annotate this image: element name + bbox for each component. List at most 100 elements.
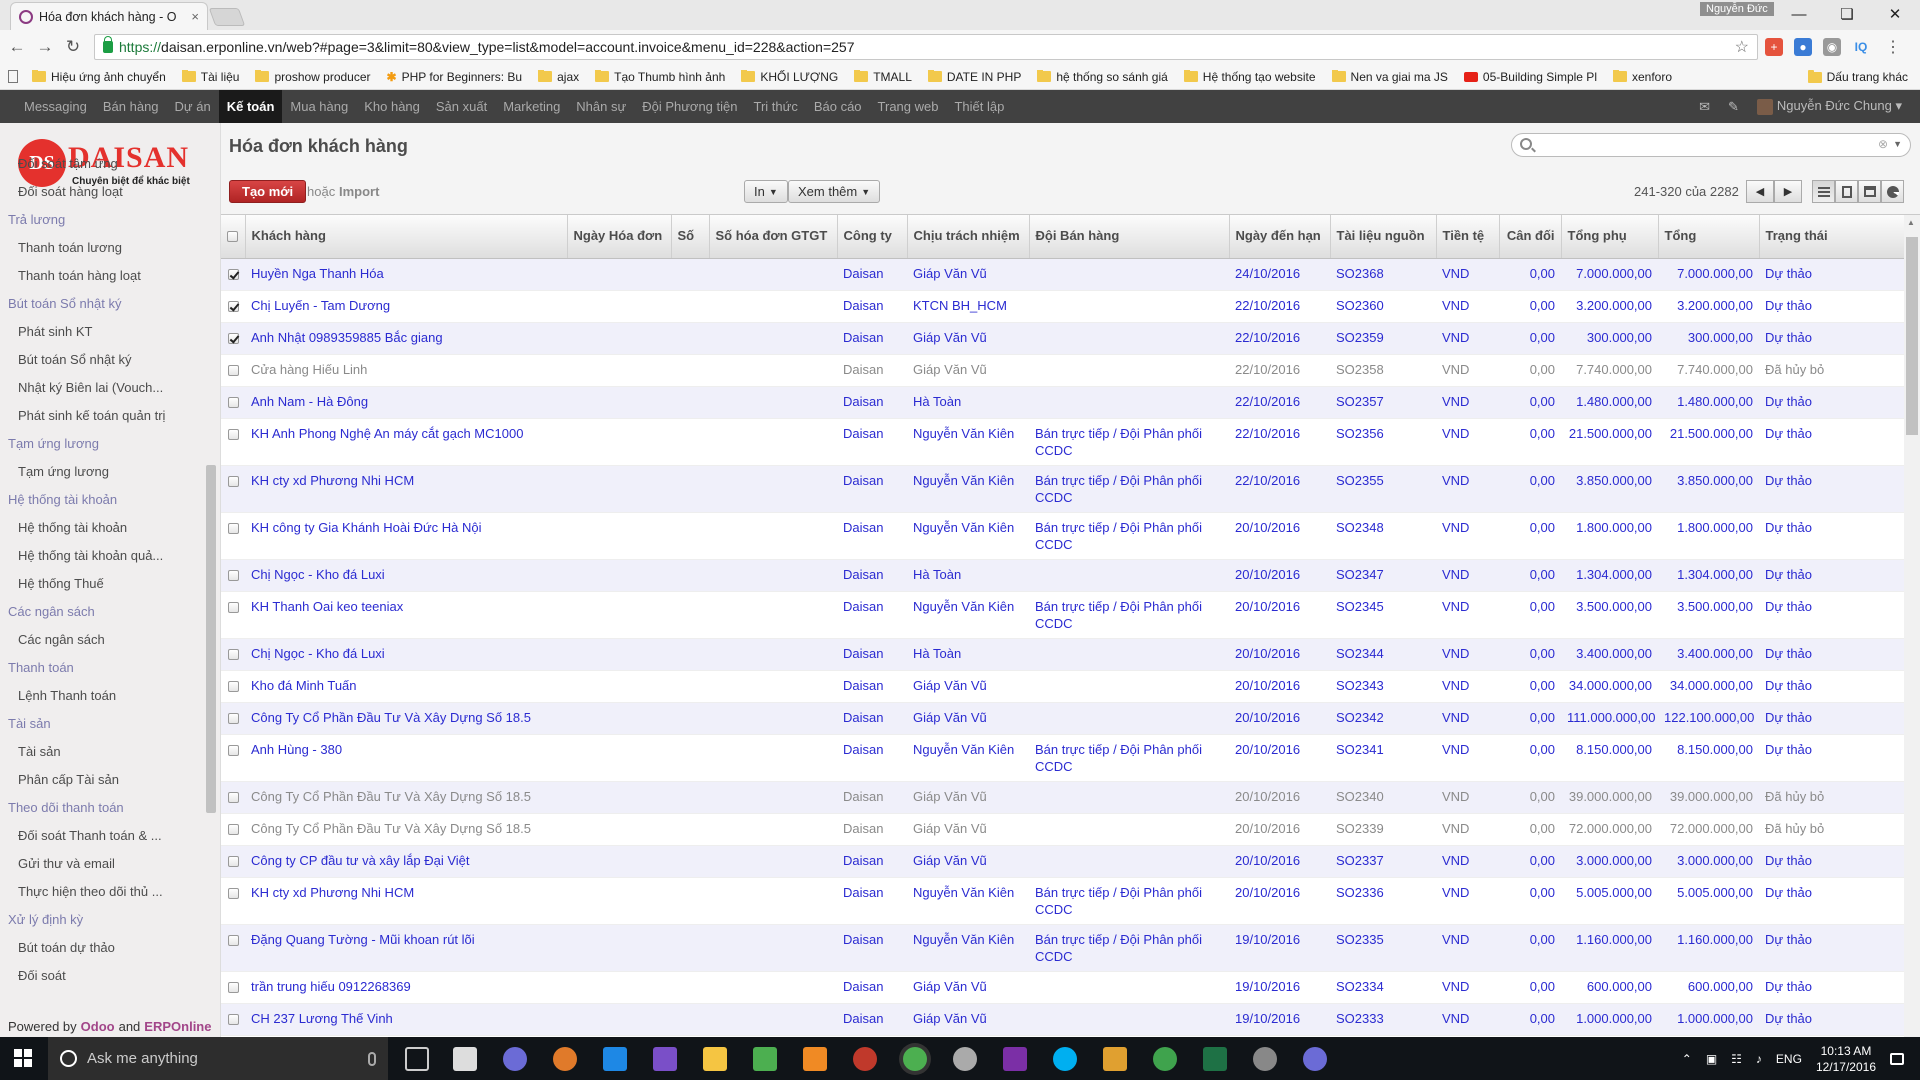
import-link[interactable]: Import <box>339 184 379 199</box>
cell-responsible[interactable]: Giáp Văn Vũ <box>907 781 1029 814</box>
cell-currency[interactable]: VND <box>1436 702 1499 735</box>
file-explorer-icon[interactable] <box>703 1047 727 1071</box>
cell-customer[interactable]: Chị Ngọc - Kho đá Luxi <box>245 638 567 671</box>
sidebar-item[interactable]: Bút toán Sổ nhật ký <box>0 345 205 373</box>
cell-source[interactable]: SO2358 <box>1330 354 1436 387</box>
cell-status[interactable]: Dự thảo <box>1759 971 1904 1004</box>
task-view-icon[interactable] <box>405 1047 429 1071</box>
cell-sales-team[interactable] <box>1029 971 1229 1004</box>
cell-source[interactable]: SO2336 <box>1330 877 1436 925</box>
table-row[interactable]: KH cty xd Phương Nhi HCM Daisan Nguyễn Văn… <box>221 877 1904 925</box>
cell-untaxed[interactable]: 1.000.000,00 <box>1561 1003 1658 1036</box>
row-checkbox[interactable] <box>221 813 245 846</box>
sidebar-item[interactable]: Nhật ký Biên lai (Vouch... <box>0 373 205 401</box>
checkbox-icon[interactable] <box>227 981 239 993</box>
cell-total[interactable]: 3.200.000,00 <box>1658 290 1759 323</box>
cell-company[interactable]: Daisan <box>837 781 907 814</box>
chrome-icon[interactable] <box>903 1047 927 1071</box>
cell-untaxed[interactable]: 7.000.000,00 <box>1561 258 1658 291</box>
cell-residual[interactable]: 0,00 <box>1499 877 1561 925</box>
select-all-checkbox[interactable] <box>221 215 246 259</box>
row-checkbox[interactable] <box>221 877 245 925</box>
cell-due-date[interactable]: 22/10/2016 <box>1229 386 1330 419</box>
menu-manufacturing[interactable]: Sản xuất <box>428 90 495 123</box>
cell-vat-number[interactable] <box>709 924 837 972</box>
list-view-icon[interactable] <box>1812 180 1835 203</box>
excel-icon[interactable] <box>1203 1047 1227 1071</box>
col-responsible[interactable]: Chịu trách nhiệm <box>907 215 1030 259</box>
cell-company[interactable]: Daisan <box>837 877 907 925</box>
cell-company[interactable]: Daisan <box>837 465 907 513</box>
cell-invoice-date[interactable] <box>567 290 671 323</box>
cell-number[interactable] <box>671 290 709 323</box>
cell-vat-number[interactable] <box>709 638 837 671</box>
cell-company[interactable]: Daisan <box>837 512 907 560</box>
iq-extension-icon[interactable]: IQ <box>1852 38 1870 56</box>
cell-responsible[interactable]: Hà Toàn <box>907 386 1029 419</box>
menu-reports[interactable]: Báo cáo <box>806 90 870 123</box>
cell-company[interactable]: Daisan <box>837 971 907 1004</box>
pager-next-icon[interactable]: ▶ <box>1774 180 1802 203</box>
mail-icon[interactable]: ✉ <box>1699 99 1710 115</box>
cell-number[interactable] <box>671 877 709 925</box>
cell-source[interactable]: SO2356 <box>1330 418 1436 466</box>
cell-untaxed[interactable]: 7.740.000,00 <box>1561 354 1658 387</box>
cell-due-date[interactable]: 20/10/2016 <box>1229 845 1330 878</box>
cortana-search[interactable]: Ask me anything <box>48 1037 388 1080</box>
cell-responsible[interactable]: Nguyễn Văn Kiên <box>907 418 1029 466</box>
cell-source[interactable]: SO2342 <box>1330 702 1436 735</box>
cell-status[interactable]: Dự thảo <box>1759 702 1904 735</box>
cell-due-date[interactable]: 24/10/2016 <box>1229 258 1330 291</box>
cell-total[interactable]: 5.005.000,00 <box>1658 877 1759 925</box>
user-menu[interactable]: Nguyễn Đức Chung ▾ <box>1756 98 1902 115</box>
cell-untaxed[interactable]: 39.000.000,00 <box>1561 781 1658 814</box>
pager-previous-icon[interactable]: ◀ <box>1746 180 1774 203</box>
clock[interactable]: 10:13 AM 12/17/2016 <box>1816 1043 1876 1075</box>
cell-untaxed[interactable]: 3.500.000,00 <box>1561 591 1658 639</box>
cell-vat-number[interactable] <box>709 702 837 735</box>
table-row[interactable]: Anh Hùng - 380 Daisan Nguyễn Văn Kiên Bán t… <box>221 734 1904 782</box>
search-input[interactable]: ⊗ ▼ <box>1511 133 1911 157</box>
cell-customer[interactable]: KH cty xd Phương Nhi HCM <box>245 465 567 513</box>
cell-status[interactable]: Dự thảo <box>1759 258 1904 291</box>
cell-due-date[interactable]: 20/10/2016 <box>1229 512 1330 560</box>
table-row[interactable]: Chị Luyến - Tam Dương Daisan KTCN BH_HCM 22… <box>221 290 1904 323</box>
cell-source[interactable]: SO2340 <box>1330 781 1436 814</box>
cell-number[interactable] <box>671 258 709 291</box>
browser-tab[interactable]: Hóa đơn khách hàng - O × <box>10 2 208 30</box>
volume-icon[interactable]: ♪ <box>1756 1052 1762 1066</box>
row-checkbox[interactable] <box>221 734 245 782</box>
cell-due-date[interactable]: 20/10/2016 <box>1229 877 1330 925</box>
cell-vat-number[interactable] <box>709 418 837 466</box>
col-untaxed[interactable]: Tổng phụ <box>1561 215 1659 259</box>
cell-invoice-date[interactable] <box>567 354 671 387</box>
bookmark-item[interactable]: ✱ PHP for Beginners: Bu <box>379 70 531 84</box>
sidebar-item[interactable]: Đối soát hàng loạt <box>0 177 205 205</box>
table-row[interactable]: trần trung hiếu 0912268369 Daisan Giáp Văn… <box>221 971 1904 1004</box>
cell-vat-number[interactable] <box>709 465 837 513</box>
cell-currency[interactable]: VND <box>1436 258 1499 291</box>
cell-residual[interactable]: 0,00 <box>1499 418 1561 466</box>
cell-status[interactable]: Dự thảo <box>1759 559 1904 592</box>
cell-sales-team[interactable]: Bán trực tiếp / Đội Phân phối CCDC <box>1029 512 1229 560</box>
cell-company[interactable]: Daisan <box>837 638 907 671</box>
sidebar-item[interactable]: Tạm ứng lương <box>0 457 205 485</box>
language-indicator[interactable]: ENG <box>1776 1052 1802 1066</box>
sidebar-item[interactable]: Thanh toán hàng loạt <box>0 261 205 289</box>
table-row[interactable]: CH 237 Lương Thế Vinh Daisan Giáp Văn Vũ 19… <box>221 1003 1904 1036</box>
cell-due-date[interactable]: 22/10/2016 <box>1229 290 1330 323</box>
cell-customer[interactable]: trần trung hiếu 0912268369 <box>245 971 567 1004</box>
menu-knowledge[interactable]: Tri thức <box>745 90 805 123</box>
cell-number[interactable] <box>671 1003 709 1036</box>
cell-currency[interactable]: VND <box>1436 670 1499 703</box>
visual-studio-icon[interactable] <box>653 1047 677 1071</box>
create-button[interactable]: Tạo mới <box>229 180 307 203</box>
cell-total[interactable]: 3.500.000,00 <box>1658 591 1759 639</box>
apps-page-icon[interactable] <box>8 70 24 83</box>
sidebar-item[interactable]: Phát sinh KT <box>0 317 205 345</box>
cell-invoice-date[interactable] <box>567 734 671 782</box>
windows-start-icon[interactable] <box>14 1049 32 1067</box>
cell-source[interactable]: SO2343 <box>1330 670 1436 703</box>
cell-total[interactable]: 1.160.000,00 <box>1658 924 1759 972</box>
cell-source[interactable]: SO2355 <box>1330 465 1436 513</box>
